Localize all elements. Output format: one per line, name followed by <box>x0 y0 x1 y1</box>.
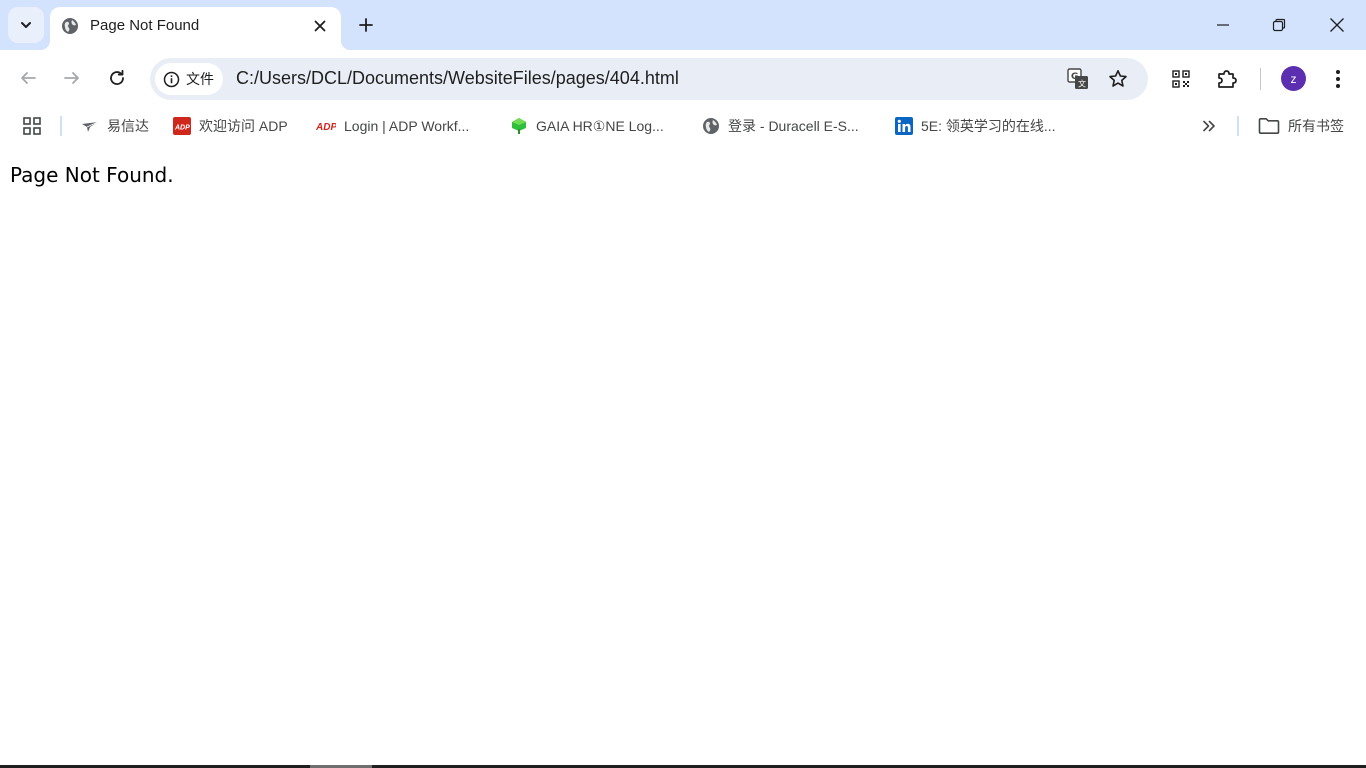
url-text[interactable]: C:/Users/DCL/Documents/WebsiteFiles/page… <box>236 68 679 89</box>
tab-strip: Page Not Found <box>0 0 1366 50</box>
translate-icon: G 文 <box>1067 68 1088 89</box>
page-content: Page Not Found. <box>0 146 1366 766</box>
bookmarks-bar: 易信达 ADP 欢迎访问 ADP ADP Login | ADP Workf..… <box>0 106 1366 146</box>
bookmark-label: GAIA HR①NE Log... <box>536 117 664 134</box>
puzzle-piece-icon <box>1218 70 1237 88</box>
bookmark-item-adp-welcome[interactable]: ADP 欢迎访问 ADP <box>173 114 288 138</box>
svg-text:文: 文 <box>1078 79 1086 89</box>
globe-icon <box>702 117 720 135</box>
minimize-icon <box>1217 24 1229 26</box>
toolbar: 文件 C:/Users/DCL/Documents/WebsiteFiles/p… <box>0 50 1366 106</box>
site-chip-label: 文件 <box>186 72 214 88</box>
info-icon <box>163 71 180 87</box>
bookmark-item-yixinda[interactable]: 易信达 <box>81 114 149 138</box>
bookmark-label: 5E: 领英学习的在线... <box>921 118 1056 134</box>
svg-text:ADP: ADP <box>174 125 190 132</box>
profile-avatar[interactable]: z <box>1281 66 1306 91</box>
reload-icon <box>110 69 124 85</box>
qr-code-icon <box>1172 70 1190 88</box>
bookmark-label: 欢迎访问 ADP <box>199 118 288 134</box>
toolbar-divider <box>1260 68 1261 90</box>
bookmark-star-button[interactable] <box>1106 67 1130 91</box>
minimize-button[interactable] <box>1194 0 1252 50</box>
qr-code-button[interactable] <box>1168 66 1194 92</box>
new-tab-button[interactable] <box>353 12 379 38</box>
svg-text:ADP: ADP <box>316 122 336 133</box>
bookmarks-overflow-button[interactable] <box>1198 116 1220 136</box>
chevron-down-icon <box>21 22 31 28</box>
folder-icon <box>1258 117 1280 135</box>
double-chevron-right-icon <box>1203 120 1215 132</box>
arrow-right-icon <box>64 72 79 84</box>
active-tab[interactable]: Page Not Found <box>40 7 351 50</box>
paper-plane-icon <box>81 117 99 135</box>
adp-logo-icon: ADP <box>173 117 191 135</box>
green-tree-icon <box>510 117 528 135</box>
extensions-button[interactable] <box>1214 66 1240 92</box>
apps-grid-icon[interactable] <box>22 116 42 136</box>
linkedin-icon <box>895 117 913 135</box>
bookmark-label: Login | ADP Workf... <box>344 118 470 134</box>
back-button[interactable] <box>14 64 42 92</box>
plus-icon <box>359 18 373 32</box>
bookmark-item-gaia-hrone[interactable]: GAIA HR①NE Log... <box>510 114 664 138</box>
bookmark-item-linkedin-learning[interactable]: 5E: 领英学习的在线... <box>895 114 1056 138</box>
tab-search-button[interactable] <box>8 7 44 43</box>
address-bar[interactable]: 文件 C:/Users/DCL/Documents/WebsiteFiles/p… <box>150 58 1148 100</box>
not-found-message: Page Not Found. <box>10 163 174 187</box>
globe-icon <box>62 18 78 34</box>
tab-title: Page Not Found <box>90 17 200 34</box>
star-icon <box>1109 70 1127 87</box>
tab-close-button[interactable] <box>309 15 331 37</box>
close-icon <box>314 20 326 32</box>
translate-button[interactable]: G 文 <box>1066 67 1090 91</box>
all-bookmarks-label: 所有书签 <box>1288 118 1344 134</box>
window-close-button[interactable] <box>1308 0 1366 50</box>
arrow-left-icon <box>21 72 36 84</box>
restore-button[interactable] <box>1250 0 1308 50</box>
bookmark-label: 登录 - Duracell E-S... <box>728 118 859 134</box>
restore-icon <box>1272 18 1286 32</box>
adp-logo-icon: ADP <box>316 117 336 135</box>
all-bookmarks-button[interactable]: 所有书签 <box>1258 114 1344 138</box>
bookmark-label: 易信达 <box>107 118 149 134</box>
close-icon <box>1330 18 1344 32</box>
menu-button[interactable] <box>1325 66 1351 92</box>
forward-button[interactable] <box>58 64 86 92</box>
bookmark-item-adp-login[interactable]: ADP Login | ADP Workf... <box>316 114 469 138</box>
bookmarks-divider <box>1237 116 1239 136</box>
reload-button[interactable] <box>103 64 131 92</box>
bookmarks-divider <box>60 116 62 136</box>
site-info-chip[interactable]: 文件 <box>155 63 223 95</box>
more-vert-icon <box>1336 70 1340 88</box>
bookmark-item-duracell[interactable]: 登录 - Duracell E-S... <box>702 114 859 138</box>
